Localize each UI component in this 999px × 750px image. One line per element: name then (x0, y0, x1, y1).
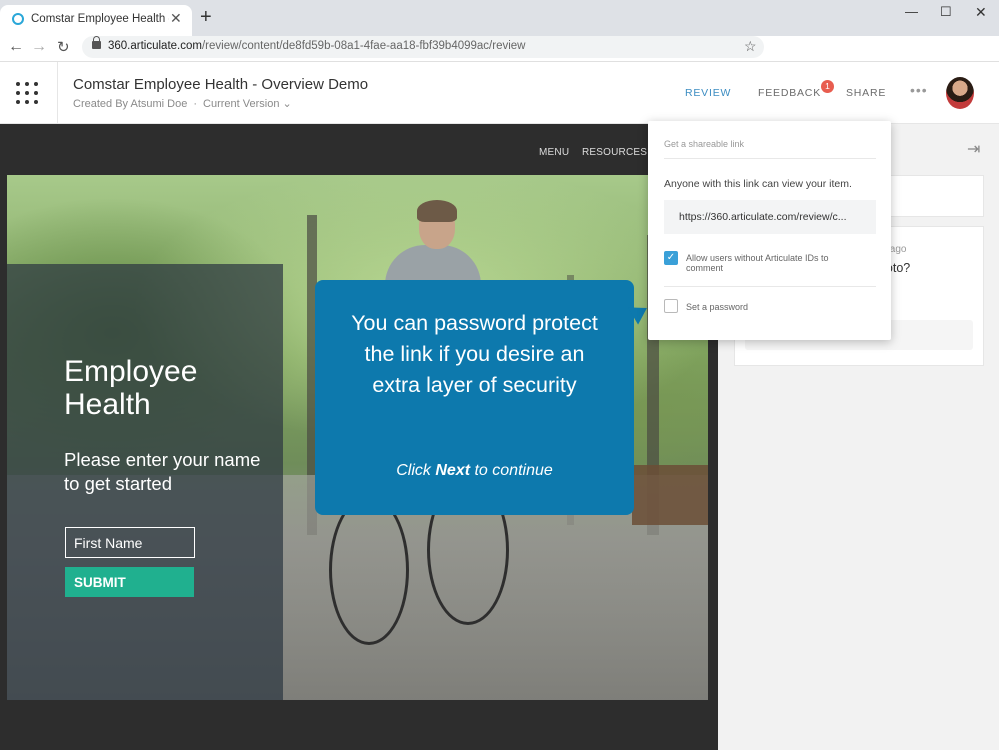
slide-title: Employee Health (64, 355, 198, 421)
share-heading: Get a shareable link (664, 139, 745, 149)
player-resources-button[interactable]: RESOURCES (582, 147, 647, 158)
app-grid-icon[interactable] (16, 82, 38, 104)
window-maximize-icon[interactable]: ☐ (940, 4, 952, 20)
set-password-label: Set a password (686, 302, 749, 312)
divider (664, 286, 876, 287)
password-tip-callout: You can password protect the link if you… (315, 280, 634, 515)
tab-close-icon[interactable]: ✕ (170, 10, 182, 27)
callout-hint: Click Next to continue (396, 462, 553, 479)
avatar[interactable] (946, 77, 974, 109)
version-dropdown[interactable]: Current Version ⌄ (203, 98, 292, 110)
callout-message: You can password protect the link if you… (351, 311, 598, 397)
address-bar: ← → ↻ 360.articulate.com/review/content/… (0, 36, 999, 62)
lock-icon (92, 36, 101, 49)
browser-tab[interactable]: Comstar Employee Health - Overview Demo … (0, 5, 192, 36)
share-link-field[interactable] (664, 200, 876, 234)
next-keyword: Next (435, 462, 471, 479)
divider (664, 158, 876, 159)
window-close-icon[interactable]: ✕ (975, 4, 987, 21)
first-name-field[interactable] (65, 527, 195, 558)
star-icon[interactable]: ☆ (744, 38, 757, 55)
forward-icon[interactable]: → (31, 38, 47, 56)
more-icon[interactable]: ••• (910, 82, 928, 98)
tab-feedback[interactable]: FEEDBACK (758, 87, 821, 99)
reload-icon[interactable]: ↻ (57, 38, 70, 56)
tab-share[interactable]: SHARE (846, 87, 886, 99)
content-stage: MENU RESOURCES Employee Health Please en… (0, 124, 718, 750)
course-title: Comstar Employee Health - Overview Demo (73, 76, 369, 93)
allow-comment-checkbox[interactable]: ✓ (664, 251, 678, 265)
allow-comment-label: Allow users without Articulate IDs to co… (686, 253, 829, 273)
feedback-count-badge: 1 (821, 80, 834, 93)
back-icon[interactable]: ← (8, 38, 24, 56)
submit-button[interactable]: SUBMIT (65, 567, 194, 597)
course-meta: Created By Atsumi Doe · Current Version ⌄ (73, 98, 292, 110)
created-by: Created By Atsumi Doe (73, 98, 188, 110)
app-header: Comstar Employee Health - Overview Demo … (0, 62, 999, 124)
url-field[interactable]: 360.articulate.com/review/content/de8fd5… (82, 36, 764, 58)
cyclist-hair (417, 200, 457, 222)
tab-review[interactable]: REVIEW (685, 87, 731, 99)
browser-tab-strip: Comstar Employee Health - Overview Demo … (0, 0, 999, 36)
url-text: 360.articulate.com/review/content/de8fd5… (108, 40, 526, 52)
park-bench (632, 465, 708, 525)
checkmark-icon: ✓ (666, 252, 676, 263)
window-minimize-icon[interactable]: — (905, 4, 918, 19)
share-dropdown: Get a shareable link Anyone with this li… (648, 121, 891, 340)
slide-prompt: Please enter your name to get started (64, 449, 261, 494)
collapse-panel-icon[interactable]: ⇥ (967, 139, 980, 159)
new-tab-button[interactable]: + (200, 7, 212, 27)
bicycle-wheel (329, 495, 409, 645)
set-password-checkbox[interactable] (664, 299, 678, 313)
header-divider (57, 62, 58, 124)
site-favicon-icon (12, 13, 24, 25)
tab-title: Comstar Employee Health - Overview Demo (31, 13, 169, 25)
player-menu-button[interactable]: MENU (539, 147, 569, 158)
share-description: Anyone with this link can view your item… (664, 178, 852, 190)
